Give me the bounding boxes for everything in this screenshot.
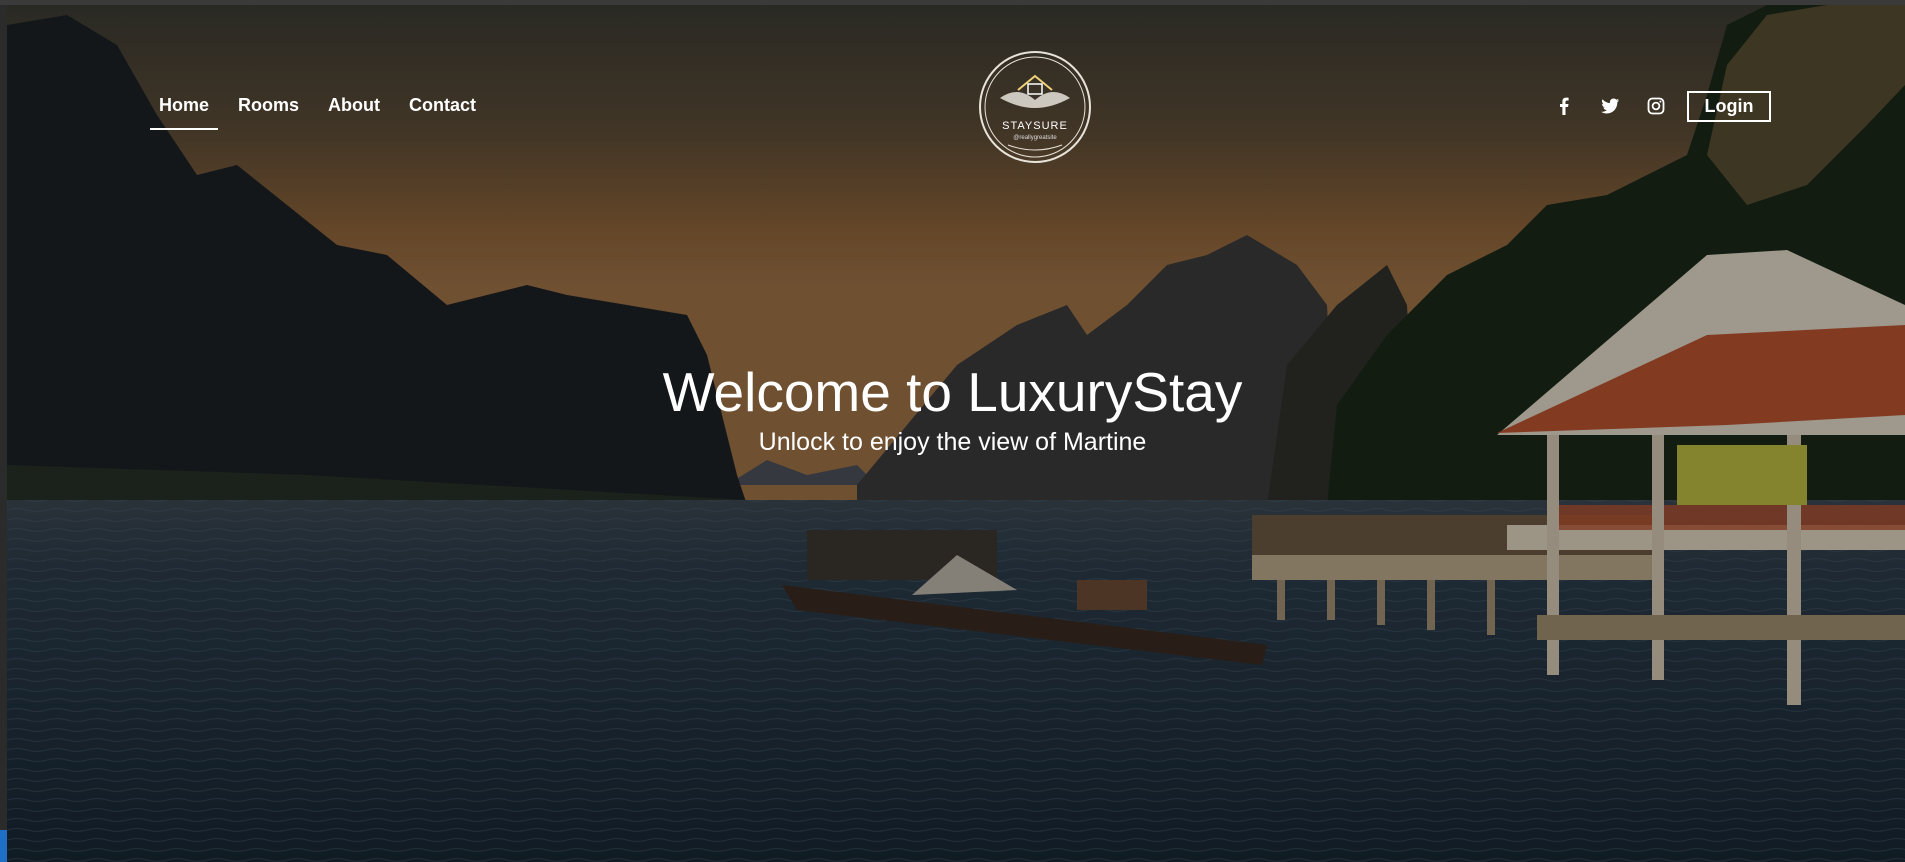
nav-item-about[interactable]: About <box>319 95 389 130</box>
hero-title: Welcome to LuxuryStay <box>662 361 1243 423</box>
logo-emblem-icon <box>979 51 1091 163</box>
hero-subtitle: Unlock to enjoy the view of Martine <box>758 428 1147 456</box>
social-links <box>1554 96 1666 116</box>
logo-name: STAYSURE <box>1002 120 1068 132</box>
login-button[interactable]: Login <box>1687 91 1771 122</box>
nav-item-contact[interactable]: Contact <box>400 95 485 130</box>
logo-tagline: @reallygreatsite <box>1013 135 1057 141</box>
site-logo[interactable]: STAYSURE @reallygreatsite <box>978 50 1092 164</box>
facebook-icon[interactable] <box>1554 96 1574 116</box>
nav-item-home[interactable]: Home <box>150 95 219 130</box>
instagram-icon[interactable] <box>1646 96 1666 116</box>
twitter-icon[interactable] <box>1600 96 1620 116</box>
scroll-edge-indicator <box>0 830 7 862</box>
main-navigation: Home Rooms About Contact <box>150 95 496 130</box>
nav-item-rooms[interactable]: Rooms <box>229 95 308 130</box>
